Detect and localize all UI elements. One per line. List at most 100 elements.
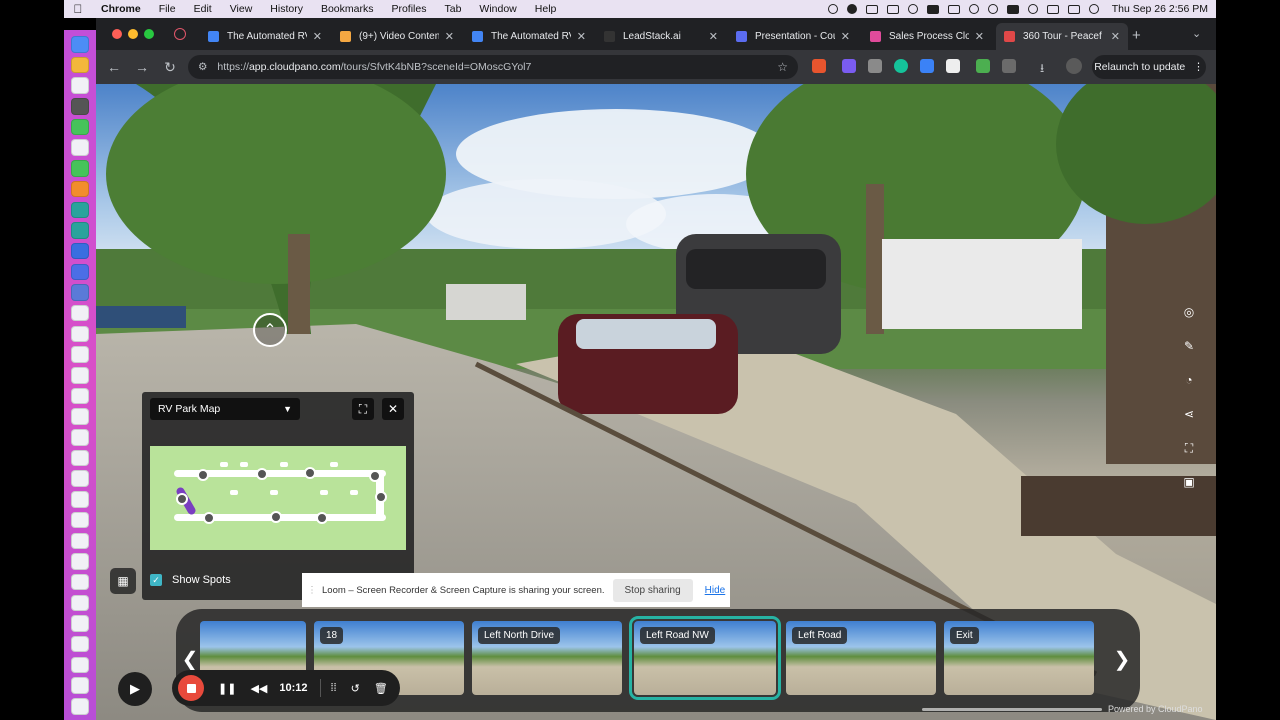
extension-multicolor-icon[interactable] [842, 59, 856, 73]
dock-document-icon[interactable] [71, 532, 89, 549]
map-spot[interactable] [197, 469, 209, 481]
zoom-window-icon[interactable] [144, 29, 154, 39]
browser-tab[interactable]: The Automated RV ✕ [464, 23, 594, 50]
dock-document-icon[interactable] [71, 470, 89, 487]
dock-document-icon[interactable] [71, 449, 89, 467]
browser-tab[interactable]: Presentation - Cou ✕ [728, 23, 858, 50]
map-select-dropdown[interactable]: RV Park Map ▼ [150, 398, 300, 420]
bookmark-star-icon[interactable]: ☆ [777, 60, 788, 74]
dock-facetime-icon[interactable] [71, 160, 89, 177]
dock-document-icon[interactable] [71, 553, 89, 570]
stop-sharing-button[interactable]: Stop sharing [612, 578, 693, 602]
map-close-icon[interactable]: ✕ [382, 398, 404, 420]
close-window-icon[interactable] [112, 29, 122, 39]
fullscreen-icon[interactable]: ⛶ [1172, 436, 1206, 460]
browser-tab[interactable]: LeadStack.ai ✕ [596, 23, 726, 50]
address-bar[interactable]: ⚙ https:// app.cloudpano.com /tours/Sfvt… [188, 55, 798, 79]
menu-bookmarks[interactable]: Bookmarks [312, 3, 383, 15]
tab-close-icon[interactable]: ✕ [709, 30, 718, 43]
dock-document-icon[interactable] [71, 429, 89, 446]
dock-document-icon[interactable] [71, 346, 89, 363]
browser-tab-active[interactable]: 360 Tour - Peacef ✕ [996, 23, 1128, 50]
map-fullscreen-icon[interactable]: ⛶ [352, 398, 374, 420]
reload-icon[interactable]: ↻ [156, 59, 184, 76]
extension-doc-icon[interactable] [946, 59, 960, 73]
share-icon[interactable]: ⋖ [1172, 402, 1206, 426]
scene-thumbnail[interactable]: Left North Drive [472, 621, 622, 695]
tab-close-icon[interactable]: ✕ [313, 30, 322, 43]
map-spot[interactable] [270, 511, 282, 523]
map-spot[interactable] [176, 493, 188, 505]
tab-close-icon[interactable]: ✕ [577, 30, 586, 43]
tab-search-icon[interactable] [174, 28, 186, 40]
rewind-icon[interactable]: ◀◀ [250, 682, 267, 695]
minimize-window-icon[interactable] [128, 29, 138, 39]
dock-document-icon[interactable] [71, 594, 89, 612]
dock-document-icon[interactable] [71, 635, 89, 653]
map-toggle-icon[interactable]: ▦ [110, 568, 136, 594]
battery-icon[interactable] [1006, 4, 1019, 14]
browser-tab[interactable]: The Automated RV ✕ [200, 23, 330, 50]
map-spot[interactable] [369, 470, 381, 482]
map-spot[interactable] [203, 512, 215, 524]
dock-app-icon[interactable] [71, 222, 89, 239]
more-menu-icon[interactable]: ⋮ [1193, 61, 1204, 73]
scroll-left-chevron-icon[interactable]: ❮ [180, 647, 200, 672]
menu-view[interactable]: View [221, 3, 262, 15]
menu-app-name[interactable]: Chrome [92, 3, 150, 15]
dock-document-icon[interactable] [71, 491, 89, 508]
dock-document-icon[interactable] [71, 615, 89, 632]
extension-blue-icon[interactable] [920, 59, 934, 73]
edit-icon[interactable]: ✎ [1172, 334, 1206, 358]
dock-messages-icon[interactable] [71, 118, 89, 136]
apple-menu-icon[interactable]:  [64, 2, 92, 16]
menu-history[interactable]: History [261, 3, 312, 15]
view-toggle-icon[interactable]: ◎ [1172, 300, 1206, 324]
map-spot[interactable] [375, 491, 387, 503]
dock-document-icon[interactable] [71, 304, 89, 322]
stop-recording-button[interactable] [178, 675, 204, 701]
camera-toggle-icon[interactable]: ▶ [118, 672, 152, 706]
relaunch-button[interactable]: Relaunch to update ⋮ [1092, 55, 1206, 79]
forward-arrow-icon[interactable]: → [128, 59, 156, 75]
speedometer-icon[interactable]: ◔ [1172, 368, 1206, 392]
bluetooth-icon[interactable] [987, 4, 998, 14]
dock-document-icon[interactable] [71, 367, 89, 384]
dock-app-icon[interactable] [71, 180, 89, 198]
tab-close-icon[interactable]: ✕ [445, 30, 454, 43]
rv-park-map-image[interactable] [150, 446, 406, 550]
menubar-clock[interactable]: Thu Sep 26 2:56 PM [1112, 3, 1208, 15]
scene-thumbnail[interactable]: Left Road [786, 621, 936, 695]
hide-link[interactable]: Hide [705, 585, 726, 596]
dock-document-icon[interactable] [71, 325, 89, 343]
battery-app-icon[interactable] [926, 4, 939, 14]
dock-document-icon[interactable] [71, 408, 89, 425]
dock-document-icon[interactable] [71, 656, 89, 674]
menu-help[interactable]: Help [526, 3, 566, 15]
site-info-icon[interactable]: ⚙ [198, 61, 207, 73]
map-spot[interactable] [316, 512, 328, 524]
screen-record-icon[interactable] [886, 4, 899, 14]
menu-tab[interactable]: Tab [435, 3, 470, 15]
menu-edit[interactable]: Edit [185, 3, 221, 15]
tab-close-icon[interactable]: ✕ [841, 30, 850, 43]
navigate-forward-hotspot-icon[interactable]: ⌃ [253, 313, 287, 347]
map-spot[interactable] [256, 468, 268, 480]
dock-chrome-icon[interactable] [71, 56, 89, 74]
map-spot[interactable] [304, 467, 316, 479]
microphone-icon[interactable] [827, 4, 838, 14]
panorama-viewer[interactable]: ⌃ ◎ ✎ ◔ ⋖ ⛶ ▣ RV Park Map ▼ ⛶ ✕ ✓ Show S… [96, 84, 1216, 720]
download-icon[interactable]: ⭳ [1040, 59, 1054, 75]
show-spots-toggle[interactable]: ✓ Show Spots [150, 574, 231, 586]
screen-share-icon[interactable] [865, 4, 878, 14]
volume-icon[interactable] [947, 4, 960, 14]
restart-icon[interactable]: ↺ [351, 682, 360, 695]
dock-document-icon[interactable] [71, 677, 89, 694]
scroll-right-chevron-icon[interactable]: ❯ [1112, 647, 1132, 672]
extension-camera-icon[interactable] [868, 59, 882, 73]
dock-app-icon[interactable] [71, 242, 89, 260]
drag-handle-icon[interactable]: ⋮ [302, 585, 322, 596]
grid-drag-icon[interactable]: ⁞⁞ [331, 682, 337, 694]
dock-finder-icon[interactable] [71, 36, 89, 53]
dock-trash-icon[interactable] [71, 698, 89, 715]
